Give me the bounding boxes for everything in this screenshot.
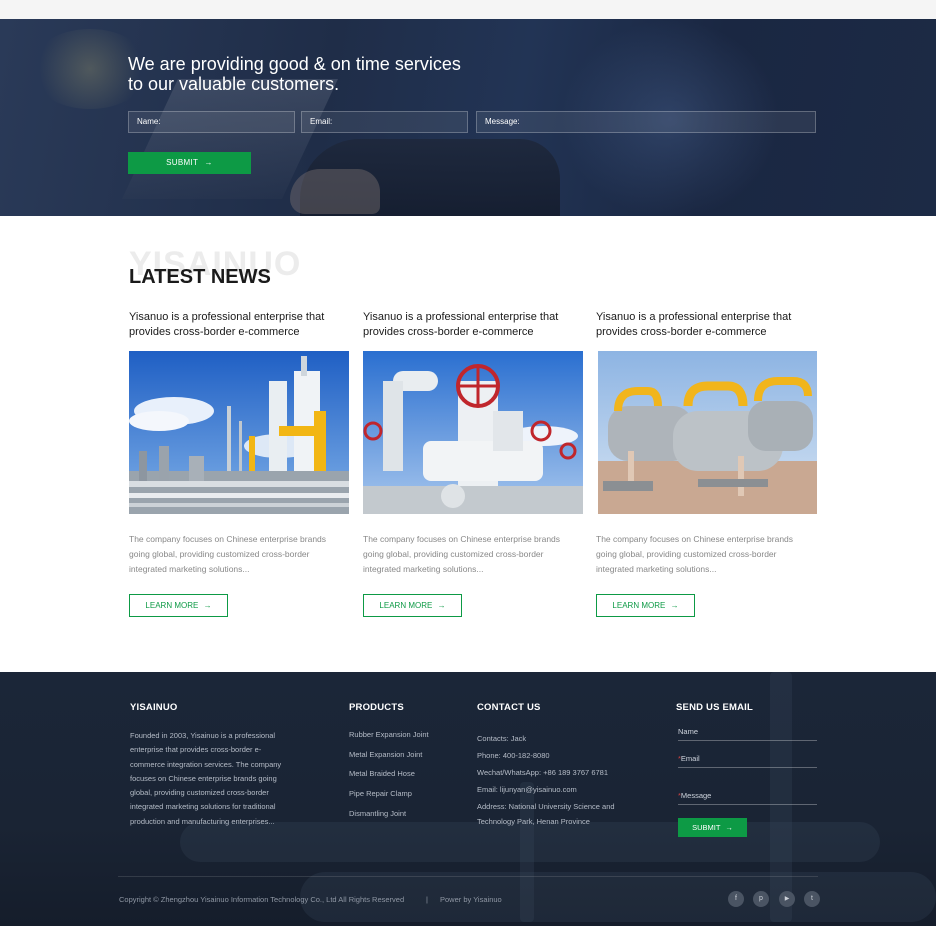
hero-name-input[interactable]: Name: (128, 111, 295, 133)
hero-message-input[interactable]: Message: (476, 111, 816, 133)
arrow-right-icon: → (725, 823, 733, 832)
news-card-image[interactable] (598, 351, 817, 514)
hero-email-input[interactable]: Email: (301, 111, 468, 133)
footer-contact-heading: CONTACT US (477, 702, 541, 713)
footer-products-list: Rubber Expansion Joint Metal Expansion J… (349, 730, 429, 828)
arrow-right-icon: → (203, 601, 212, 610)
footer-product-link[interactable]: Pipe Repair Clamp (349, 789, 429, 809)
news-card-excerpt: The company focuses on Chinese enterpris… (363, 534, 561, 574)
news-card-excerpt: The company focuses on Chinese enterpris… (596, 534, 794, 574)
footer-product-link[interactable]: Metal Expansion Joint (349, 750, 429, 770)
footer-name-field[interactable]: Name (678, 727, 817, 741)
contact-wechat: Wechat/WhatsApp: +86 189 3767 6781 (477, 768, 608, 777)
footer-product-link[interactable]: Dismantling Joint (349, 809, 429, 829)
news-card-title[interactable]: Yisanuo is a professional enterprise tha… (596, 310, 816, 344)
arrow-right-icon: → (670, 601, 679, 610)
hero-banner: We are providing good & on time services… (0, 19, 936, 216)
news-card: Yisanuo is a professional enterprise tha… (596, 310, 817, 617)
pinterest-icon[interactable]: p (753, 891, 769, 907)
contact-phone: Phone: 400-182-8080 (477, 751, 550, 760)
news-card-image[interactable] (363, 351, 583, 514)
learn-more-label: LEARN MORE (379, 601, 433, 610)
footer-about-heading: YISAINUO (130, 702, 178, 713)
youtube-icon[interactable]: ▶ (779, 891, 795, 907)
arrow-right-icon: → (437, 601, 446, 610)
footer-separator: | (426, 895, 428, 904)
hero-title: We are providing good & on time services… (128, 54, 461, 94)
hero-title-line: to our valuable customers. (128, 74, 340, 94)
top-strip (0, 0, 936, 19)
footer-message-field[interactable]: *Message (678, 791, 817, 805)
news-card-title[interactable]: Yisanuo is a professional enterprise tha… (129, 310, 349, 344)
powered-by-link[interactable]: Power by Yisainuo (440, 895, 502, 904)
copyright-text: Copyright © Zhengzhou Yisainuo Informati… (119, 895, 405, 904)
hero-submit-button[interactable]: SUBMIT → (128, 152, 251, 174)
contact-person: Contacts: Jack (477, 734, 527, 743)
facebook-icon[interactable]: f (728, 891, 744, 907)
news-card-excerpt: The company focuses on Chinese enterpris… (129, 534, 327, 574)
news-card-image[interactable] (129, 351, 349, 514)
news-card-title[interactable]: Yisanuo is a professional enterprise tha… (363, 310, 583, 344)
email-field-label: Email (680, 754, 700, 763)
learn-more-button[interactable]: LEARN MORE → (363, 594, 462, 617)
footer-products-heading: PRODUCTS (349, 702, 404, 713)
footer-contact-info: Contacts: Jack Phone: 400-182-8080 Wecha… (477, 730, 627, 829)
name-field-label: Name (678, 727, 699, 736)
footer-email-heading: SEND US EMAIL (676, 702, 754, 713)
hero-hand-image (290, 169, 380, 214)
footer-product-link[interactable]: Metal Braided Hose (349, 769, 429, 789)
footer-divider (118, 876, 818, 877)
footer-product-link[interactable]: Rubber Expansion Joint (349, 730, 429, 750)
hero-title-line: We are providing good & on time services (128, 54, 461, 74)
news-card: Yisanuo is a professional enterprise tha… (363, 310, 583, 617)
twitter-icon[interactable]: t (804, 891, 820, 907)
message-field-label: Message (680, 791, 712, 800)
learn-more-label: LEARN MORE (145, 601, 199, 610)
footer-submit-button[interactable]: SUBMIT → (678, 818, 747, 837)
footer-about-text: Founded in 2003, Yisainuo is a professio… (130, 731, 282, 826)
section-title: LATEST NEWS (129, 266, 271, 288)
submit-label: SUBMIT (692, 823, 721, 832)
contact-address: Address: National University Science and… (477, 802, 615, 826)
learn-more-label: LEARN MORE (612, 601, 666, 610)
submit-label: SUBMIT (166, 158, 199, 167)
contact-email[interactable]: Email: lijunyan@yisainuo.com (477, 781, 627, 798)
footer-email-field[interactable]: *Email (678, 754, 817, 768)
arrow-right-icon: → (204, 158, 213, 167)
learn-more-button[interactable]: LEARN MORE → (129, 594, 228, 617)
learn-more-button[interactable]: LEARN MORE → (596, 594, 695, 617)
footer: YISAINUO Founded in 2003, Yisainuo is a … (0, 672, 936, 926)
news-card: Yisanuo is a professional enterprise tha… (129, 310, 349, 617)
